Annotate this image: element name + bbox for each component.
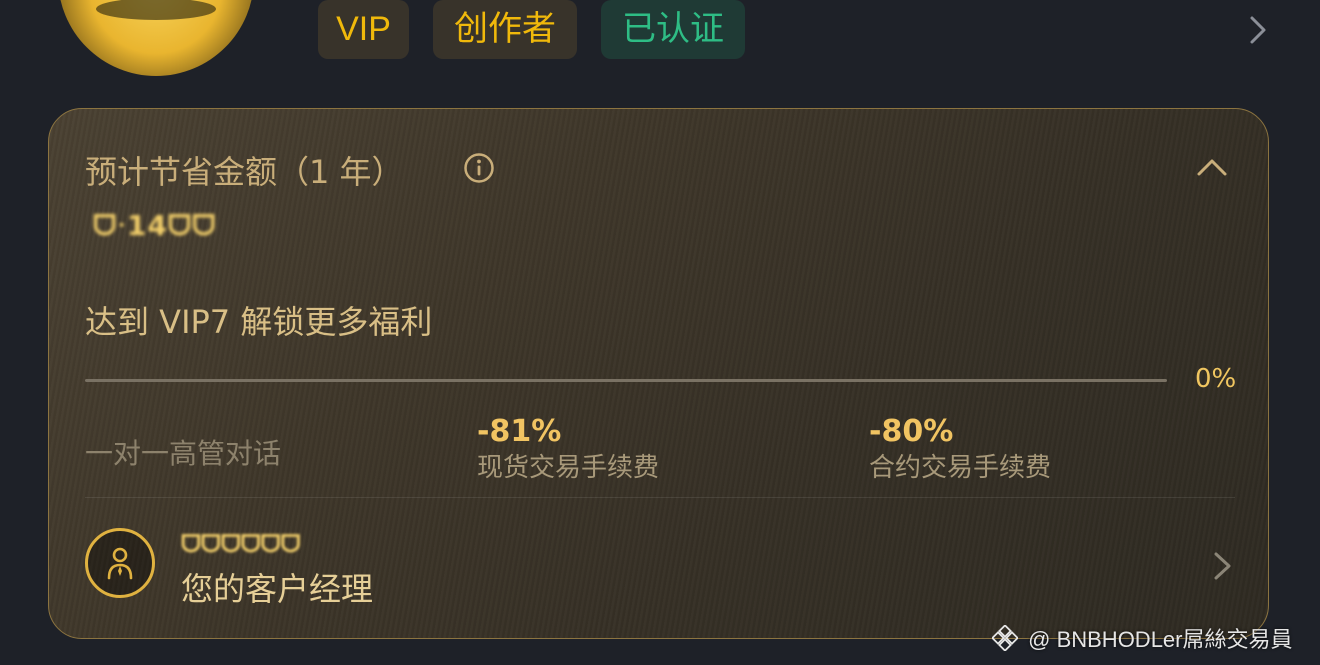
binance-logo-icon [992, 625, 1018, 651]
vip-progress-bar [85, 379, 1167, 382]
account-manager-row[interactable]: ᗜᗜᗜᗜᗜᗜ 您的客户经理 [49, 498, 1268, 638]
card-title: 预计节省金额（1 年） [85, 153, 404, 191]
chevron-right-icon[interactable] [1211, 550, 1235, 582]
watermark: @ BNBHODLer屌絲交易員 [992, 622, 1293, 656]
info-icon[interactable] [463, 152, 495, 184]
executive-chat-benefit: 一对一高管对话 [85, 437, 282, 470]
verified-badge: 已认证 [601, 0, 745, 59]
spot-fee-benefit: -81% 现货交易手续费 [477, 414, 659, 486]
watermark-text: @ BNBHODLer屌絲交易員 [1028, 627, 1293, 652]
vip-upgrade-prompt[interactable]: 达到 VIP7 解锁更多福利 [85, 297, 432, 343]
avatar[interactable] [58, 0, 254, 76]
vip-progress-percent: 0% [1195, 364, 1237, 394]
estimated-savings-amount: ᗜᐧ14ᗜᗜ [93, 209, 217, 242]
chevron-right-icon[interactable] [1244, 14, 1272, 46]
futures-fee-label: 合约交易手续费 [869, 453, 1052, 483]
futures-fee-benefit: -80% 合约交易手续费 [869, 414, 1051, 486]
vip-badge: VIP [318, 0, 409, 59]
futures-fee-discount: -80% [869, 414, 954, 449]
account-manager-label: 您的客户经理 [181, 570, 374, 608]
account-manager-name: ᗜᗜᗜᗜᗜᗜ [181, 530, 301, 558]
spot-fee-label: 现货交易手续费 [477, 453, 660, 483]
vip-savings-card: 预计节省金额（1 年） ᗜᐧ14ᗜᗜ 达到 VIP7 解锁更多福利 0% 一对一… [48, 108, 1269, 639]
spot-fee-discount: -81% [477, 414, 562, 449]
account-manager-icon [85, 528, 155, 598]
creator-badge: 创作者 [433, 0, 577, 59]
chevron-up-icon[interactable] [1196, 157, 1228, 177]
